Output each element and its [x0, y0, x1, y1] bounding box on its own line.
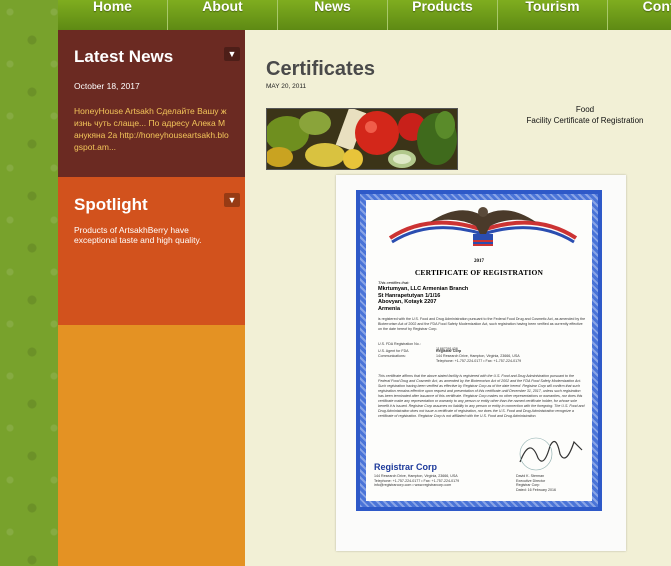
nav-tourism[interactable]: Tourism	[498, 0, 608, 30]
chevron-down-icon[interactable]: ▼	[224, 193, 240, 207]
certificate-agent-row: U.S. Agent for FDA Communications: Regis…	[378, 349, 521, 363]
post-date: MAY 20, 2011	[266, 83, 307, 90]
reg-label: U.S. FDA Registration No.:	[378, 342, 421, 346]
registrar-logo: Registrar Corp	[374, 462, 438, 472]
nav-home[interactable]: Home	[58, 0, 168, 30]
certificate-title: CERTIFICATE OF REGISTRATION	[414, 268, 544, 277]
chevron-down-icon[interactable]: ▼	[224, 47, 240, 61]
vegetables-image	[266, 108, 458, 170]
main-content: Certificates MAY 20, 2011 Food Facility …	[245, 30, 671, 566]
certificate-body: 2017 CERTIFICATE OF REGISTRATION This ce…	[366, 200, 592, 501]
agent-label: U.S. Agent for FDA Communications:	[378, 349, 409, 358]
certificate-body-1: is registered with the U.S. Food and Dru…	[378, 317, 586, 331]
image-caption: Food Facility Certificate of Registratio…	[515, 104, 655, 126]
spotlight-title: Spotlight	[74, 195, 148, 214]
signer-date: Dated: 16 February 2016	[516, 487, 556, 492]
news-date: October 18, 2017	[74, 81, 140, 91]
certificate-year: 2017	[474, 259, 484, 264]
eagle-flag-icon	[388, 207, 578, 246]
certificate-holder: Mkrtumyan, LLC Armenian Branch St Hanrap…	[378, 286, 468, 312]
caption-line-2: Facility Certificate of Registration	[526, 116, 644, 125]
address-line-1: 144 Research Drive, Hampton, Virginia, 2…	[374, 474, 458, 478]
page-title: Certificates	[266, 58, 375, 80]
nav-about[interactable]: About	[168, 0, 278, 30]
vegetables-illustration	[267, 109, 457, 169]
spotlight-text: Products of ArtsakhBerry have exceptiona…	[74, 225, 202, 245]
sidebar: Latest News ▼ October 18, 2017 HoneyHous…	[58, 30, 245, 566]
spotlight-widget: Spotlight ▼ Products of ArtsakhBerry hav…	[58, 177, 245, 325]
nav-contact[interactable]: Conta	[608, 0, 671, 30]
certificate-certifies: This certifies that:	[378, 280, 410, 285]
caption-line-1: Food	[575, 105, 595, 114]
signer-block: David K. Sterman Executive Director Regi…	[516, 474, 556, 492]
certificate-body-2: This certificate affirms that the above …	[378, 374, 585, 418]
signature-icon	[519, 437, 583, 471]
certificate-reg-row: U.S. FDA Registration No.: 11887391438	[378, 342, 458, 351]
certificate-border: 2017 CERTIFICATE OF REGISTRATION This ce…	[356, 190, 602, 511]
certificate-image[interactable]: 2017 CERTIFICATE OF REGISTRATION This ce…	[336, 175, 626, 551]
nav-products[interactable]: Products	[388, 0, 498, 30]
top-navigation: Home About News Products Tourism Conta	[58, 0, 671, 31]
holder-line-4: Armenia	[378, 305, 401, 312]
latest-news-title: Latest News	[74, 47, 174, 66]
registrar-address: 144 Research Drive, Hampton, Virginia, 2…	[374, 474, 459, 488]
nav-news[interactable]: News	[278, 0, 388, 30]
latest-news-widget: Latest News ▼ October 18, 2017 HoneyHous…	[58, 30, 245, 177]
address-line-3: info@registrarcorp.com • www.registrarco…	[374, 483, 452, 487]
holder-line-1: Mkrtumyan, LLC Armenian Branch	[378, 286, 469, 292]
news-link[interactable]: HoneyHouse Artsakh Сделайте Вашу жизнь ч…	[74, 105, 229, 153]
empty-widget	[58, 325, 245, 566]
agent-phone: Telephone: +1-757-224-0177 • Fax: +1-757…	[436, 359, 522, 363]
